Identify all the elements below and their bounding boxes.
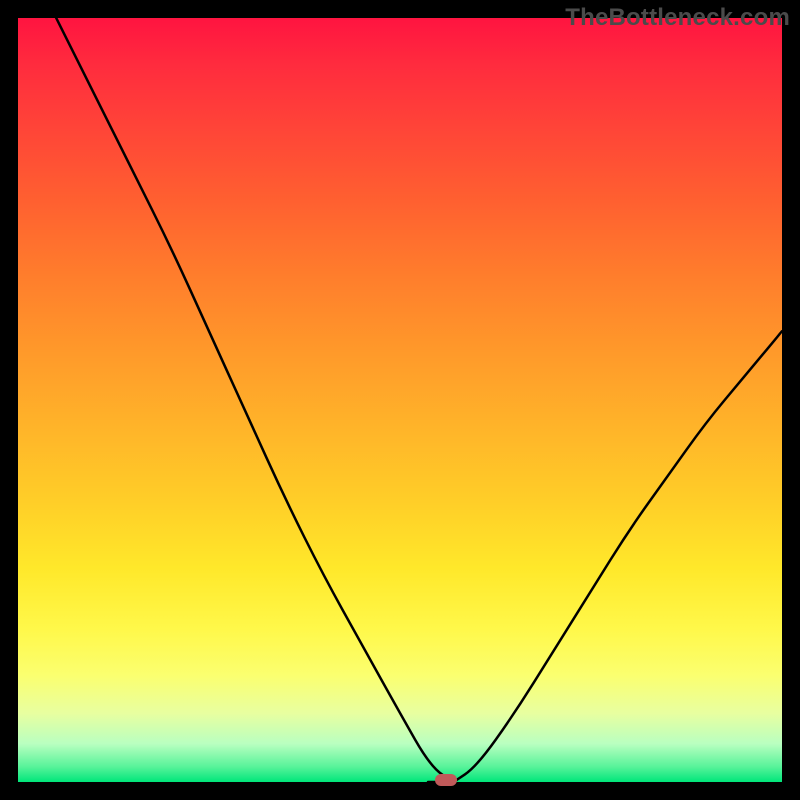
curve-path	[56, 18, 782, 782]
bottleneck-curve	[18, 18, 782, 782]
optimal-point-marker	[435, 774, 457, 786]
watermark-text: TheBottleneck.com	[565, 4, 790, 32]
chart-frame: TheBottleneck.com	[0, 0, 800, 800]
